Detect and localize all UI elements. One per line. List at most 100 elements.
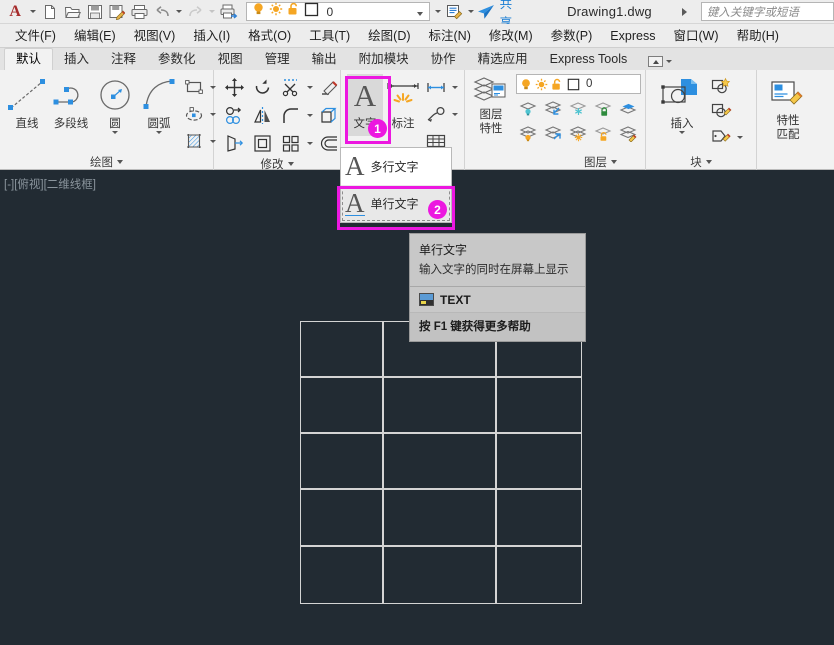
ribbon-minimize-button[interactable] xyxy=(648,56,673,70)
layer-control-combobox[interactable]: 0 xyxy=(246,2,431,22)
layer-change-icon[interactable] xyxy=(616,121,641,145)
app-menu-caret-icon[interactable] xyxy=(27,1,38,23)
insert-caret-icon[interactable] xyxy=(679,131,685,134)
erase-icon[interactable] xyxy=(316,74,342,100)
table-cell[interactable] xyxy=(383,489,496,546)
ellipse-icon[interactable] xyxy=(181,101,207,127)
stretch-icon[interactable] xyxy=(221,130,247,156)
multiline-text-item[interactable]: A 多行文字 xyxy=(341,148,451,185)
arc-button[interactable]: 圆弧 xyxy=(137,74,181,134)
save-icon[interactable] xyxy=(83,1,105,23)
layer-lock-icon[interactable] xyxy=(591,96,616,120)
rotate-icon[interactable] xyxy=(249,74,275,100)
array-icon[interactable] xyxy=(277,130,303,156)
tab-view[interactable]: 视图 xyxy=(207,49,254,70)
menu-insert[interactable]: 插入(I) xyxy=(184,25,239,47)
trim-icon[interactable] xyxy=(277,74,303,100)
dimension-linear-icon[interactable] xyxy=(423,74,449,100)
layer-merge-icon[interactable] xyxy=(616,96,641,120)
tab-parametric[interactable]: 参数化 xyxy=(147,49,207,70)
menu-draw[interactable]: 绘图(D) xyxy=(359,25,419,47)
tab-express-tools[interactable]: Express Tools xyxy=(539,49,639,70)
hatch-icon[interactable] xyxy=(181,128,207,154)
undo-caret-icon[interactable] xyxy=(173,1,184,23)
new-file-icon[interactable] xyxy=(39,1,61,23)
table-cell[interactable] xyxy=(496,433,582,489)
rectangle-icon[interactable] xyxy=(181,74,207,100)
layer-color-swatch-icon[interactable] xyxy=(304,2,319,22)
copy-icon[interactable] xyxy=(221,102,247,128)
panel-block-title[interactable]: 块 xyxy=(646,153,756,170)
scale-icon[interactable] xyxy=(249,130,275,156)
layer-thaw-sun-icon[interactable] xyxy=(269,2,283,21)
dimension-button[interactable]: 标注 xyxy=(383,74,423,131)
attribute-caret-icon[interactable] xyxy=(735,124,744,150)
layer-props-caret-icon[interactable] xyxy=(432,1,443,23)
redo-icon[interactable] xyxy=(184,1,206,23)
layer-freeze-icon[interactable] xyxy=(566,96,591,120)
layer-unisolate-icon[interactable] xyxy=(541,96,566,120)
fillet-icon[interactable] xyxy=(277,102,303,128)
dimension-caret-icon[interactable] xyxy=(450,74,459,100)
leader-icon[interactable] xyxy=(423,101,449,127)
menu-format[interactable]: 格式(O) xyxy=(239,25,300,47)
menu-file[interactable]: 文件(F) xyxy=(6,25,65,47)
table-cell[interactable] xyxy=(496,377,582,433)
trim-caret-icon[interactable] xyxy=(305,74,314,100)
tab-annotate[interactable]: 注释 xyxy=(100,49,147,70)
menu-express[interactable]: Express xyxy=(601,25,664,47)
fillet-caret-icon[interactable] xyxy=(305,102,314,128)
arc-caret-icon[interactable] xyxy=(156,131,162,134)
panel-draw-title[interactable]: 绘图 xyxy=(0,154,213,170)
move-icon[interactable] xyxy=(221,74,247,100)
tab-insert[interactable]: 插入 xyxy=(53,49,100,70)
viewport-label[interactable]: [-][俯视][二维线框] xyxy=(4,176,96,192)
open-file-icon[interactable] xyxy=(61,1,83,23)
undo-icon[interactable] xyxy=(151,1,173,23)
table-cell[interactable] xyxy=(300,433,383,489)
redo-caret-icon[interactable] xyxy=(207,1,218,23)
tab-home[interactable]: 默认 xyxy=(4,48,54,70)
menu-window[interactable]: 窗口(W) xyxy=(664,25,727,47)
layer-dropdown-caret-icon[interactable] xyxy=(417,3,424,21)
share-icon[interactable] xyxy=(477,1,496,23)
table-cell[interactable] xyxy=(383,433,496,489)
menu-parametric[interactable]: 参数(P) xyxy=(542,25,602,47)
mirror-icon[interactable] xyxy=(249,102,275,128)
save-as-icon[interactable] xyxy=(106,1,128,23)
menu-edit[interactable]: 编辑(E) xyxy=(65,25,125,47)
menu-help[interactable]: 帮助(H) xyxy=(728,25,788,47)
line-button[interactable]: 直线 xyxy=(5,74,49,131)
tab-featured-apps[interactable]: 精选应用 xyxy=(467,49,539,70)
app-menu-icon[interactable]: A xyxy=(3,1,27,23)
layer-off-icon[interactable] xyxy=(516,121,541,145)
layer-unlock-tool-icon[interactable] xyxy=(591,121,616,145)
table-cell[interactable] xyxy=(383,377,496,433)
menu-dimension[interactable]: 标注(N) xyxy=(420,25,480,47)
layer-isolate-icon[interactable] xyxy=(516,96,541,120)
circle-caret-icon[interactable] xyxy=(112,131,118,134)
tab-collaborate[interactable]: 协作 xyxy=(420,49,467,70)
leader-caret-icon[interactable] xyxy=(450,101,459,127)
panel-layers-title[interactable]: 图层 xyxy=(465,153,645,170)
document-dropdown-icon[interactable] xyxy=(681,7,687,16)
ribbon-minimize-caret-icon[interactable] xyxy=(666,60,673,63)
layer-turn-on-icon[interactable] xyxy=(541,121,566,145)
layer-properties-icon[interactable] xyxy=(471,72,511,108)
menu-view[interactable]: 视图(V) xyxy=(125,25,185,47)
create-block-icon[interactable] xyxy=(708,74,734,98)
tab-addins[interactable]: 附加模块 xyxy=(348,49,420,70)
layer-on-bulb-icon[interactable] xyxy=(252,2,265,21)
table-cell[interactable] xyxy=(383,546,496,604)
layer-properties-manager-icon[interactable] xyxy=(443,1,465,23)
search-input[interactable]: 键入关键字或短语 xyxy=(700,2,834,21)
table-cell[interactable] xyxy=(496,489,582,546)
plot-preview-icon[interactable] xyxy=(218,1,240,23)
table-cell[interactable] xyxy=(300,377,383,433)
menu-modify[interactable]: 修改(M) xyxy=(480,25,542,47)
edit-attribute-icon[interactable] xyxy=(708,125,734,149)
insert-block-button[interactable]: 插入 xyxy=(656,74,708,134)
tab-manage[interactable]: 管理 xyxy=(254,49,301,70)
layer-manager-caret-icon[interactable] xyxy=(466,1,477,23)
table-cell[interactable] xyxy=(300,546,383,604)
